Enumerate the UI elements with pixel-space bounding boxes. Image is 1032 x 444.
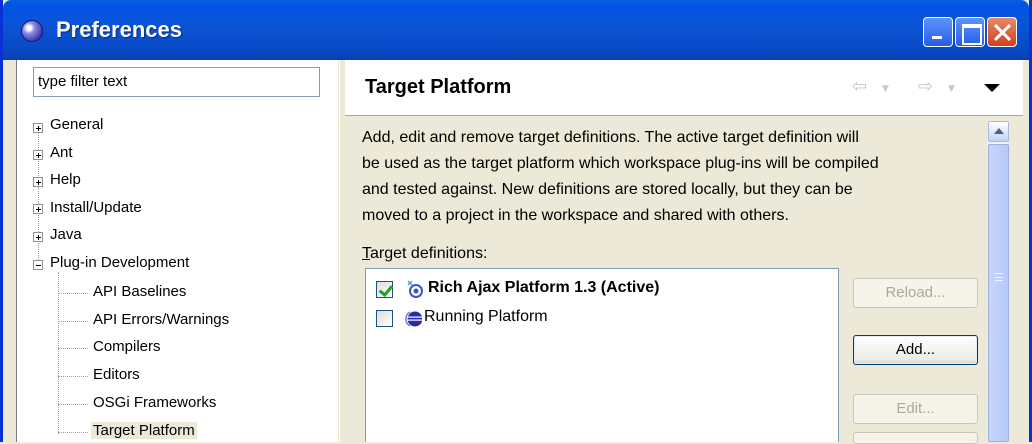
tree-item-osgi-frameworks[interactable]: OSGi Frameworks: [93, 394, 216, 411]
forward-dropdown-icon[interactable]: ▼: [948, 84, 955, 94]
target-definitions-list[interactable]: Rich Ajax Platform 1.3 (Active) Running …: [365, 268, 839, 442]
tree-item-compilers[interactable]: Compilers: [93, 338, 161, 355]
title-bar[interactable]: Preferences: [3, 0, 1029, 60]
definition-label: Running Platform: [424, 308, 548, 325]
label-mnemonic: T: [362, 245, 370, 262]
description-line: and tested against. New definitions are …: [362, 181, 853, 198]
target-definitions-label: Target definitions:: [362, 245, 487, 263]
tree-connector: [38, 128, 39, 268]
tree-item-target-platform[interactable]: Target Platform: [91, 422, 197, 439]
tree-connector: [58, 293, 88, 294]
expand-icon[interactable]: [33, 232, 43, 242]
back-arrow-icon[interactable]: ⇦: [852, 76, 867, 97]
minimize-button[interactable]: [923, 17, 953, 47]
expand-icon[interactable]: [33, 150, 43, 160]
description-line: be used as the target platform which wor…: [362, 155, 879, 172]
definition-label: Rich Ajax Platform 1.3 (Active): [428, 279, 660, 296]
maximize-button[interactable]: [955, 17, 985, 47]
tree-item-plugin-development[interactable]: Plug-in Development: [50, 254, 189, 271]
tree-item-install-update[interactable]: Install/Update: [50, 199, 142, 216]
scroll-thumb[interactable]: [988, 144, 1009, 442]
definition-checkbox[interactable]: [376, 281, 393, 298]
tree-connector: [58, 321, 88, 322]
eclipse-app-icon: [21, 20, 43, 42]
tree-connector: [58, 348, 88, 349]
forward-arrow-icon[interactable]: ⇨: [918, 76, 933, 97]
expand-icon[interactable]: [33, 204, 43, 214]
view-menu-icon[interactable]: [984, 84, 1000, 92]
scroll-up-icon[interactable]: [988, 121, 1009, 142]
expand-icon[interactable]: [33, 123, 43, 133]
tree-item-api-baselines[interactable]: API Baselines: [93, 283, 186, 300]
window-title: Preferences: [56, 17, 182, 42]
tree-connector: [58, 272, 59, 434]
tree-connector: [58, 404, 88, 405]
target-definition-icon: [407, 280, 423, 298]
tree-connector: [58, 432, 88, 433]
add-button[interactable]: Add...: [853, 335, 978, 365]
tree-item-ant[interactable]: Ant: [50, 144, 73, 161]
eclipse-icon: [405, 311, 422, 327]
close-button[interactable]: [987, 17, 1017, 47]
vertical-scrollbar[interactable]: [987, 121, 1009, 442]
label-rest: arget definitions:: [370, 245, 488, 262]
expand-icon[interactable]: [33, 177, 43, 187]
tree-item-help[interactable]: Help: [50, 171, 81, 188]
page-description: Add, edit and remove target definitions.…: [362, 125, 982, 229]
collapse-icon[interactable]: [33, 260, 43, 270]
filter-input[interactable]: type filter text: [33, 67, 320, 97]
tree-item-java[interactable]: Java: [50, 226, 82, 243]
tree-item-general[interactable]: General: [50, 116, 103, 133]
back-dropdown-icon[interactable]: ▼: [882, 84, 889, 94]
edit-button[interactable]: Edit...: [853, 394, 978, 424]
tree-item-editors[interactable]: Editors: [93, 366, 140, 383]
tree-item-api-errors-warnings[interactable]: API Errors/Warnings: [93, 311, 229, 328]
description-line: Add, edit and remove target definitions.…: [362, 129, 859, 146]
description-line: moved to a project in the workspace and …: [362, 207, 789, 224]
grip-icon: [995, 273, 1003, 281]
page-title: Target Platform: [365, 76, 512, 98]
reload-button[interactable]: Reload...: [853, 278, 978, 308]
remove-button[interactable]: [853, 432, 978, 444]
tree-connector: [58, 376, 88, 377]
definition-checkbox[interactable]: [376, 310, 393, 327]
